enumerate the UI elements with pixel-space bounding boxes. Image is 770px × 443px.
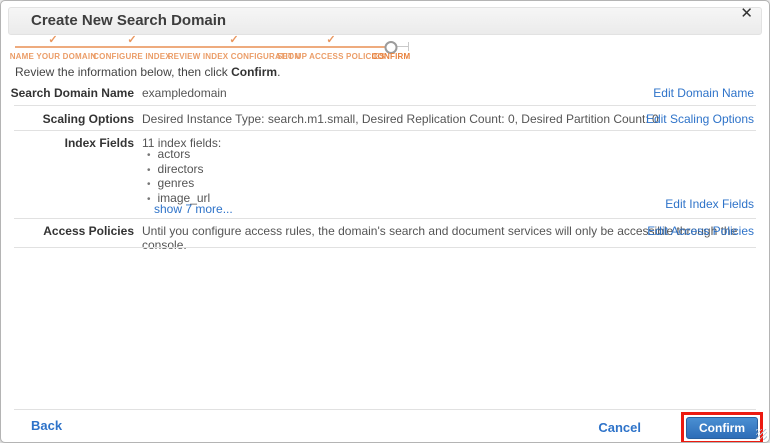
create-search-domain-dialog: Create New Search Domain ✕ ✓ ✓ ✓ ✓ NAME … <box>0 0 770 443</box>
resize-handle[interactable] <box>756 429 767 440</box>
step-check-icon: ✓ <box>127 34 137 46</box>
footer-divider <box>14 409 756 410</box>
cancel-link[interactable]: Cancel <box>598 420 641 435</box>
divider <box>14 218 756 219</box>
divider <box>14 130 756 131</box>
wizard-progress: ✓ ✓ ✓ ✓ NAME YOUR DOMAIN CONFIGURE INDEX… <box>1 35 769 63</box>
step-check-icon: ✓ <box>48 34 58 46</box>
index-fields-list: actors directors genres image_url <box>147 147 211 207</box>
index-field-item: directors <box>147 162 210 178</box>
scaling-options-label: Scaling Options <box>42 112 134 126</box>
dialog-titlebar: Create New Search Domain <box>8 7 762 35</box>
access-policies-label: Access Policies <box>43 224 134 238</box>
divider <box>14 247 756 248</box>
show-more-fields-link[interactable]: show 7 more... <box>154 202 233 216</box>
index-field-item: actors <box>147 147 210 163</box>
wizard-progress-line <box>15 46 386 48</box>
divider <box>14 105 756 106</box>
confirm-highlight-annotation: Confirm <box>681 412 763 442</box>
dialog-title: Create New Search Domain <box>31 12 227 29</box>
index-fields-label: Index Fields <box>64 136 134 150</box>
edit-access-policies-link[interactable]: Edit Access Policies <box>647 224 754 238</box>
wizard-step-set-up-access-policies[interactable]: SET UP ACCESS POLICIES <box>277 52 385 61</box>
edit-scaling-options-link[interactable]: Edit Scaling Options <box>646 112 754 126</box>
scaling-options-value: Desired Instance Type: search.m1.small, … <box>142 112 659 126</box>
wizard-step-name-your-domain[interactable]: NAME YOUR DOMAIN <box>10 52 97 61</box>
edit-index-fields-link[interactable]: Edit Index Fields <box>665 197 754 211</box>
close-icon[interactable]: ✕ <box>740 6 753 22</box>
search-domain-name-label: Search Domain Name <box>10 86 134 100</box>
wizard-step-configure-index[interactable]: CONFIGURE INDEX <box>93 52 171 61</box>
index-field-item: genres <box>147 177 210 192</box>
edit-domain-name-link[interactable]: Edit Domain Name <box>653 86 754 100</box>
review-instruction-text: Review the information below, then click… <box>15 65 281 79</box>
step-check-icon: ✓ <box>326 34 336 46</box>
step-check-icon: ✓ <box>229 34 239 46</box>
back-link[interactable]: Back <box>31 418 62 433</box>
wizard-line-end-tick <box>408 42 409 51</box>
search-domain-name-value: exampledomain <box>142 86 227 100</box>
confirm-button[interactable]: Confirm <box>686 417 758 439</box>
wizard-step-confirm: CONFIRM <box>371 52 411 61</box>
